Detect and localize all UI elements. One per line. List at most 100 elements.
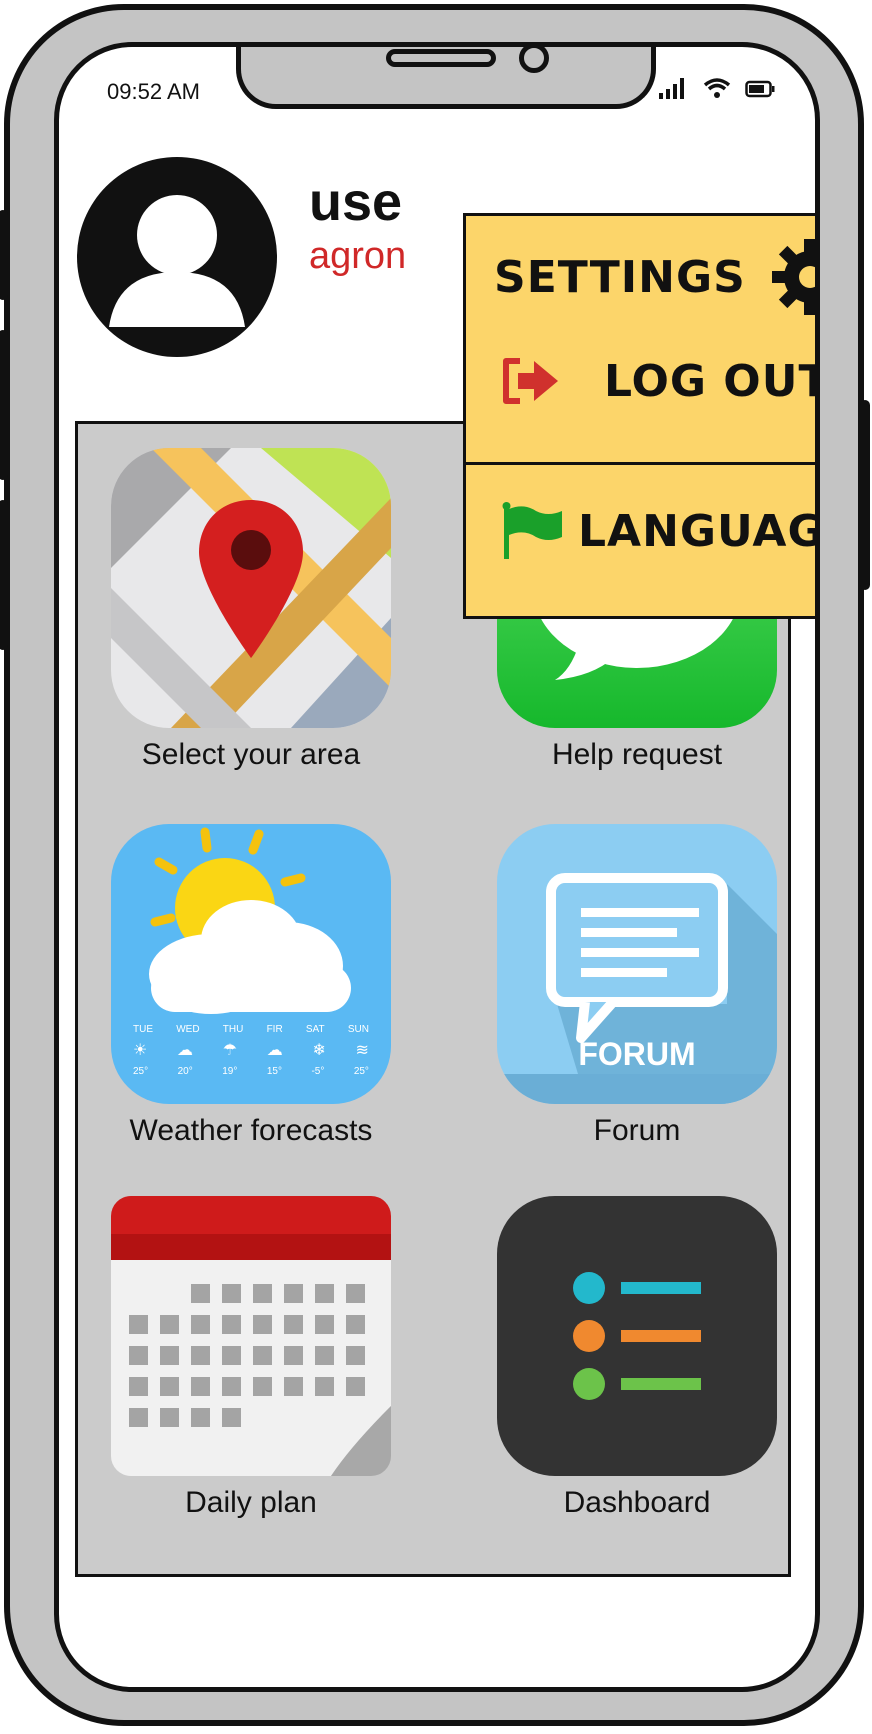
menu-item-label: LOG OUT (604, 355, 820, 407)
camera (519, 47, 549, 73)
menu-divider (466, 462, 815, 465)
speaker (386, 49, 496, 67)
storm-icon: ☁ (266, 1042, 283, 1059)
side-button-left-2 (0, 330, 8, 480)
calendar-day-cell (129, 1377, 148, 1396)
map-pin-icon (111, 448, 391, 728)
app-daily-plan[interactable]: Daily plan (86, 1196, 416, 1520)
calendar-day-cell (284, 1315, 303, 1334)
calendar-day-cell (160, 1315, 179, 1334)
calendar-day-cell (346, 1346, 365, 1365)
forum-caption: FORUM (578, 1036, 696, 1072)
calendar-day-cell (315, 1315, 334, 1334)
calendar-day-cell (346, 1377, 365, 1396)
calendar-day-cell (253, 1315, 272, 1334)
weather-icon: TUE WED THU FIR SAT SUN ☀ ☁ ☂ ☁ ❄ ≋ 25° (111, 824, 391, 1104)
rain-icon: ☂ (222, 1042, 238, 1059)
menu-item-label: SETTINGS (494, 251, 746, 303)
menu-item-settings[interactable]: SETTINGS (466, 239, 815, 315)
phone-screen: 09:52 AM use agron Select your area Help… (54, 42, 820, 1692)
flag-icon (502, 502, 562, 559)
calendar-day-cell (160, 1346, 179, 1365)
wifi-icon (703, 78, 731, 98)
calendar-day-cell (315, 1284, 334, 1303)
weather-small-icons: ☀ ☁ ☂ ☁ ❄ ≋ (133, 1040, 369, 1060)
weather-days-row: TUE WED THU FIR SAT SUN (133, 1024, 369, 1035)
side-button-right (860, 400, 870, 590)
calendar-day-cell (222, 1408, 241, 1427)
menu-item-language[interactable]: LANGUAGE (466, 496, 815, 566)
calendar-day-cell (253, 1377, 272, 1396)
app-dashboard[interactable]: Dashboard (472, 1196, 802, 1520)
user-silhouette-icon (109, 195, 245, 327)
status-time: 09:52 AM (107, 79, 200, 104)
weather-temp: 20° (177, 1066, 193, 1077)
weather-day: SAT (305, 1024, 325, 1035)
calendar-day-cell (129, 1346, 148, 1365)
calendar-day-cell (191, 1377, 210, 1396)
calendar-day-cell (191, 1284, 210, 1303)
app-select-area[interactable]: Select your area (86, 448, 416, 772)
calendar-day-cell (222, 1315, 241, 1334)
weather-temp: 25° (133, 1066, 149, 1077)
app-forum[interactable]: FORUM Forum (472, 824, 802, 1148)
calendar-day-cell (222, 1346, 241, 1365)
calendar-day-cell (346, 1315, 365, 1334)
snow-icon: ❄ (312, 1042, 326, 1059)
calendar-day-cell (191, 1346, 210, 1365)
status-icons (659, 77, 775, 99)
calendar-day-cell (191, 1408, 210, 1427)
weather-temp: 19° (222, 1066, 238, 1077)
app-label: Dashboard (563, 1486, 711, 1519)
weather-day: WED (176, 1024, 200, 1035)
calendar-day-cell (284, 1346, 303, 1365)
wind-icon: ≋ (355, 1042, 369, 1059)
weather-day: TUE (133, 1024, 153, 1035)
logout-icon (503, 358, 558, 404)
gear-icon (771, 239, 815, 315)
calendar-day-cell (160, 1408, 179, 1427)
weather-day: FIR (266, 1024, 283, 1035)
calendar-day-cell (191, 1315, 210, 1334)
app-label: Weather forecasts (129, 1114, 373, 1147)
app-label: Forum (593, 1114, 681, 1147)
dashboard-list-icon (497, 1196, 777, 1476)
menu-item-logout[interactable]: LOG OUT (466, 346, 820, 416)
calendar-day-cell (222, 1284, 241, 1303)
signal-icon (659, 78, 684, 99)
weather-temp: -5° (311, 1066, 325, 1077)
calendar-day-cell (253, 1346, 272, 1365)
app-label: Help request (551, 738, 723, 771)
weather-day: SUN (347, 1024, 369, 1035)
battery-icon (745, 80, 775, 98)
side-button-left (0, 210, 8, 300)
calendar-day-cell (315, 1377, 334, 1396)
side-button-left-3 (0, 500, 8, 650)
avatar[interactable] (77, 157, 277, 357)
user-role: agron (309, 235, 407, 277)
calendar-day-cell (346, 1284, 365, 1303)
calendar-day-cell (129, 1408, 148, 1427)
username: use (309, 172, 403, 232)
weather-temps-row: 25° 20° 19° 15° -5° 25° (133, 1066, 369, 1077)
cloud-icon: ☁ (177, 1042, 194, 1059)
notch (236, 47, 656, 109)
calendar-day-cell (129, 1315, 148, 1334)
forum-icon: FORUM (497, 824, 777, 1104)
weather-temp: 25° (353, 1066, 369, 1077)
weather-day: THU (222, 1024, 244, 1035)
app-weather-forecasts[interactable]: TUE WED THU FIR SAT SUN ☀ ☁ ☂ ☁ ❄ ≋ 25° (86, 824, 416, 1148)
calendar-day-cell (160, 1377, 179, 1396)
weather-temp: 15° (266, 1066, 282, 1077)
calendar-day-cell (284, 1284, 303, 1303)
calendar-day-cell (315, 1346, 334, 1365)
app-label: Select your area (141, 738, 361, 771)
calendar-day-cell (284, 1377, 303, 1396)
sun-icon: ☀ (133, 1042, 148, 1059)
menu-item-label: LANGUAGE (578, 505, 815, 557)
app-label: Daily plan (185, 1486, 317, 1519)
calendar-day-cell (253, 1284, 272, 1303)
calendar-day-cell (222, 1377, 241, 1396)
settings-dropdown-menu: SETTINGS LOG OUT LANGUA (463, 213, 820, 619)
calendar-icon (111, 1196, 391, 1476)
